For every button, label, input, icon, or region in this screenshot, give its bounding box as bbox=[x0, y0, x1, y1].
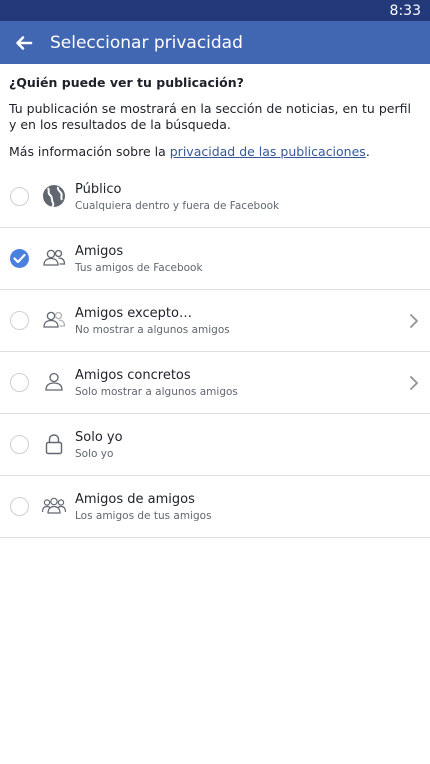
option-title: Solo yo bbox=[75, 430, 123, 445]
option-friends[interactable]: Amigos Tus amigos de Facebook bbox=[0, 228, 430, 290]
chevron-right-icon bbox=[408, 373, 420, 393]
back-button[interactable] bbox=[10, 29, 38, 57]
visibility-description: Tu publicación se mostrará en la sección… bbox=[9, 101, 411, 132]
status-bar: 8:33 bbox=[0, 0, 430, 21]
option-title: Amigos de amigos bbox=[75, 492, 195, 507]
check-icon bbox=[13, 253, 26, 264]
option-subtitle: Tus amigos de Facebook bbox=[75, 262, 203, 274]
radio-button-selected[interactable] bbox=[10, 249, 29, 268]
option-public[interactable]: Público Cualquiera dentro y fuera de Fac… bbox=[0, 166, 430, 228]
lock-icon bbox=[41, 431, 67, 457]
option-subtitle: No mostrar a algunos amigos bbox=[75, 324, 230, 336]
option-friends-except[interactable]: Amigos excepto… No mostrar a algunos ami… bbox=[0, 290, 430, 352]
arrow-left-icon bbox=[10, 29, 38, 57]
more-info-text: Más información sobre la privacidad de l… bbox=[9, 144, 421, 159]
option-title: Público bbox=[75, 182, 122, 197]
option-title: Amigos concretos bbox=[75, 368, 191, 383]
radio-button[interactable] bbox=[10, 373, 29, 392]
status-time: 8:33 bbox=[389, 3, 421, 19]
app-bar: Seleccionar privacidad bbox=[0, 21, 430, 64]
privacy-options-list: Público Cualquiera dentro y fuera de Fac… bbox=[0, 166, 430, 538]
friends-except-icon bbox=[41, 307, 67, 333]
friends-of-friends-icon bbox=[41, 493, 67, 519]
option-subtitle: Solo yo bbox=[75, 448, 114, 460]
person-icon bbox=[41, 369, 67, 395]
option-friends-of-friends[interactable]: Amigos de amigos Los amigos de tus amigo… bbox=[0, 476, 430, 538]
radio-button[interactable] bbox=[10, 311, 29, 330]
more-info-prefix: Más información sobre la bbox=[9, 144, 170, 159]
friends-icon bbox=[41, 245, 67, 271]
option-only-me[interactable]: Solo yo Solo yo bbox=[0, 414, 430, 476]
intro-section: ¿Quién puede ver tu publicación? Tu publ… bbox=[9, 75, 421, 159]
option-subtitle: Cualquiera dentro y fuera de Facebook bbox=[75, 200, 280, 212]
radio-button[interactable] bbox=[10, 435, 29, 454]
more-info-suffix: . bbox=[365, 144, 370, 159]
option-specific-friends[interactable]: Amigos concretos Solo mostrar a algunos … bbox=[0, 352, 430, 414]
option-subtitle: Solo mostrar a algunos amigos bbox=[75, 386, 238, 398]
chevron-right-icon bbox=[408, 311, 420, 331]
option-subtitle: Los amigos de tus amigos bbox=[75, 510, 212, 522]
privacy-link[interactable]: privacidad de las publicaciones bbox=[170, 144, 366, 159]
page-title: Seleccionar privacidad bbox=[50, 33, 243, 53]
option-title: Amigos bbox=[75, 244, 124, 259]
globe-icon bbox=[41, 183, 67, 209]
radio-button[interactable] bbox=[10, 497, 29, 516]
radio-button[interactable] bbox=[10, 187, 29, 206]
option-title: Amigos excepto… bbox=[75, 306, 192, 321]
audience-question: ¿Quién puede ver tu publicación? bbox=[9, 75, 244, 90]
